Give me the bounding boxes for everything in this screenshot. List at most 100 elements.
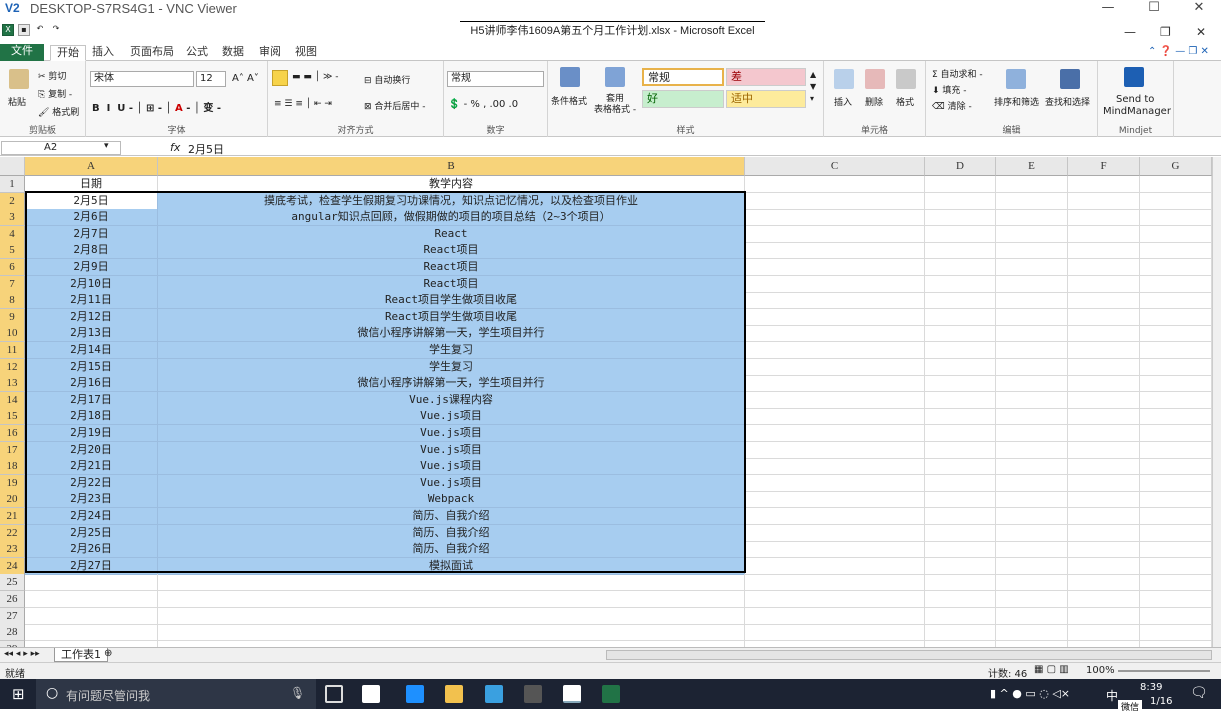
column-header-f[interactable]: F — [1068, 157, 1140, 176]
cell-a16[interactable]: 2月19日 — [25, 425, 158, 442]
cell-empty[interactable] — [996, 259, 1068, 276]
cell-empty[interactable] — [1140, 259, 1212, 276]
cell-empty[interactable] — [1068, 624, 1140, 642]
cell-empty[interactable] — [996, 325, 1068, 343]
cell-empty[interactable] — [1140, 275, 1212, 293]
cell-empty[interactable] — [1068, 325, 1140, 343]
cell-empty[interactable] — [745, 524, 925, 542]
cell-empty[interactable] — [1140, 491, 1212, 509]
cell-empty[interactable] — [996, 192, 1068, 210]
styles-scroll-icon[interactable]: ▲ ▼ ▾ — [810, 69, 816, 105]
maximize-button[interactable]: ☐ — [1131, 0, 1177, 17]
cell-empty[interactable] — [1140, 342, 1212, 359]
cell-empty[interactable] — [925, 574, 996, 592]
pinned-app-icon[interactable] — [362, 685, 380, 703]
cell-empty[interactable] — [996, 508, 1068, 525]
cell-b5[interactable]: React项目 — [158, 242, 745, 260]
cell-empty[interactable] — [925, 209, 996, 227]
restore-button[interactable]: ❐ — [1160, 25, 1171, 39]
sort-filter-icon[interactable] — [1006, 69, 1026, 89]
cell-empty[interactable] — [745, 275, 925, 293]
cell-empty[interactable] — [1140, 458, 1212, 476]
cell-empty[interactable] — [1068, 441, 1140, 459]
cell-empty[interactable] — [996, 408, 1068, 426]
cell-empty[interactable] — [1140, 375, 1212, 393]
cell-empty[interactable] — [745, 474, 925, 492]
clock-time[interactable]: 8:39 — [1140, 682, 1162, 693]
ribbon-minimize-button[interactable]: — — [1124, 25, 1136, 39]
cell-empty[interactable] — [996, 176, 1068, 193]
row-header-3[interactable]: 3 — [0, 209, 25, 227]
excel-close-button[interactable]: ✕ — [1196, 25, 1206, 39]
cell-empty[interactable] — [925, 607, 996, 625]
style-good[interactable]: 好 — [642, 90, 724, 108]
cell-b12[interactable]: 学生复习 — [158, 358, 745, 376]
row-header-28[interactable]: 28 — [0, 624, 25, 642]
find-select-icon[interactable] — [1060, 69, 1080, 89]
select-all-corner[interactable] — [0, 157, 25, 176]
mic-icon[interactable]: 🎙 — [290, 686, 305, 700]
cell-b3[interactable]: angular知识点回顾，做假期做的项目的项目总结（2~3个项目） — [158, 209, 745, 227]
close-button[interactable]: ✕ — [1176, 0, 1221, 17]
cell-a4[interactable]: 2月7日 — [25, 225, 158, 243]
cell-empty[interactable] — [745, 358, 925, 376]
cell-empty[interactable] — [1140, 358, 1212, 376]
conditional-format-button[interactable]: 条件格式 — [551, 94, 587, 107]
format-cells-button[interactable]: 格式 — [896, 95, 914, 108]
cell-empty[interactable] — [745, 607, 925, 625]
cell-b7[interactable]: React项目 — [158, 275, 745, 293]
cell-empty[interactable] — [1140, 557, 1212, 575]
cell-empty[interactable] — [996, 292, 1068, 310]
cell-empty[interactable] — [1140, 192, 1212, 210]
cell-a15[interactable]: 2月18日 — [25, 408, 158, 426]
cell-empty[interactable] — [1068, 308, 1140, 326]
cell-empty[interactable] — [1140, 474, 1212, 492]
insert-cells-icon[interactable] — [834, 69, 854, 89]
cell-a2[interactable]: 2月5日 — [25, 192, 158, 210]
row-header-26[interactable]: 26 — [0, 591, 25, 608]
new-sheet-icon[interactable]: ⊕ — [104, 648, 112, 659]
row-header-25[interactable]: 25 — [0, 574, 25, 592]
row-header-20[interactable]: 20 — [0, 491, 25, 509]
row-header-23[interactable]: 23 — [0, 541, 25, 559]
cell-empty[interactable] — [1068, 225, 1140, 243]
cell-empty[interactable] — [996, 541, 1068, 559]
sheet-nav-icons[interactable]: ◂◂ ◂ ▸ ▸▸ — [4, 649, 40, 659]
help-icon[interactable]: ⌃ ❓ — ❐ ✕ — [1148, 46, 1209, 57]
row-header-17[interactable]: 17 — [0, 441, 25, 459]
cell-empty[interactable] — [925, 591, 996, 608]
cell-a10[interactable]: 2月13日 — [25, 325, 158, 343]
cell-empty[interactable] — [925, 275, 996, 293]
cell-empty[interactable] — [745, 209, 925, 227]
cell-empty[interactable] — [996, 242, 1068, 260]
cell-a20[interactable]: 2月23日 — [25, 491, 158, 509]
row-header-2[interactable]: 2 — [0, 192, 25, 210]
cell-b9[interactable]: React项目学生做项目收尾 — [158, 308, 745, 326]
tray-icons[interactable]: ▮ ^ ● ▭ ◌ ◁× — [990, 687, 1070, 700]
cell-empty[interactable] — [1068, 192, 1140, 210]
cell-empty[interactable] — [745, 308, 925, 326]
format-cells-icon[interactable] — [896, 69, 916, 89]
view-mode-icons[interactable]: ▦ ▢ ▥ — [1034, 664, 1069, 675]
paste-button[interactable]: 粘贴 — [8, 95, 26, 108]
cell-b19[interactable]: Vue.js项目 — [158, 474, 745, 492]
cell-a22[interactable]: 2月25日 — [25, 524, 158, 542]
cell-empty[interactable] — [925, 242, 996, 260]
cell-empty[interactable] — [1068, 358, 1140, 376]
cell-empty[interactable] — [745, 176, 925, 193]
cell-empty[interactable] — [1140, 176, 1212, 193]
cell-empty[interactable] — [745, 375, 925, 393]
cell-empty[interactable] — [1140, 308, 1212, 326]
cell-empty[interactable] — [1140, 591, 1212, 608]
cell-a17[interactable]: 2月20日 — [25, 441, 158, 459]
cell-empty[interactable] — [996, 591, 1068, 608]
horizontal-scrollbar[interactable] — [606, 650, 1212, 660]
cell-empty[interactable] — [1068, 408, 1140, 426]
cell-empty[interactable] — [1068, 491, 1140, 509]
cell-empty[interactable] — [1140, 292, 1212, 310]
wrap-text-button[interactable]: ⊟ 自动换行 — [364, 73, 410, 86]
cell-b28[interactable] — [158, 624, 745, 642]
row-header-21[interactable]: 21 — [0, 508, 25, 525]
cell-empty[interactable] — [925, 292, 996, 310]
cell-a19[interactable]: 2月22日 — [25, 474, 158, 492]
